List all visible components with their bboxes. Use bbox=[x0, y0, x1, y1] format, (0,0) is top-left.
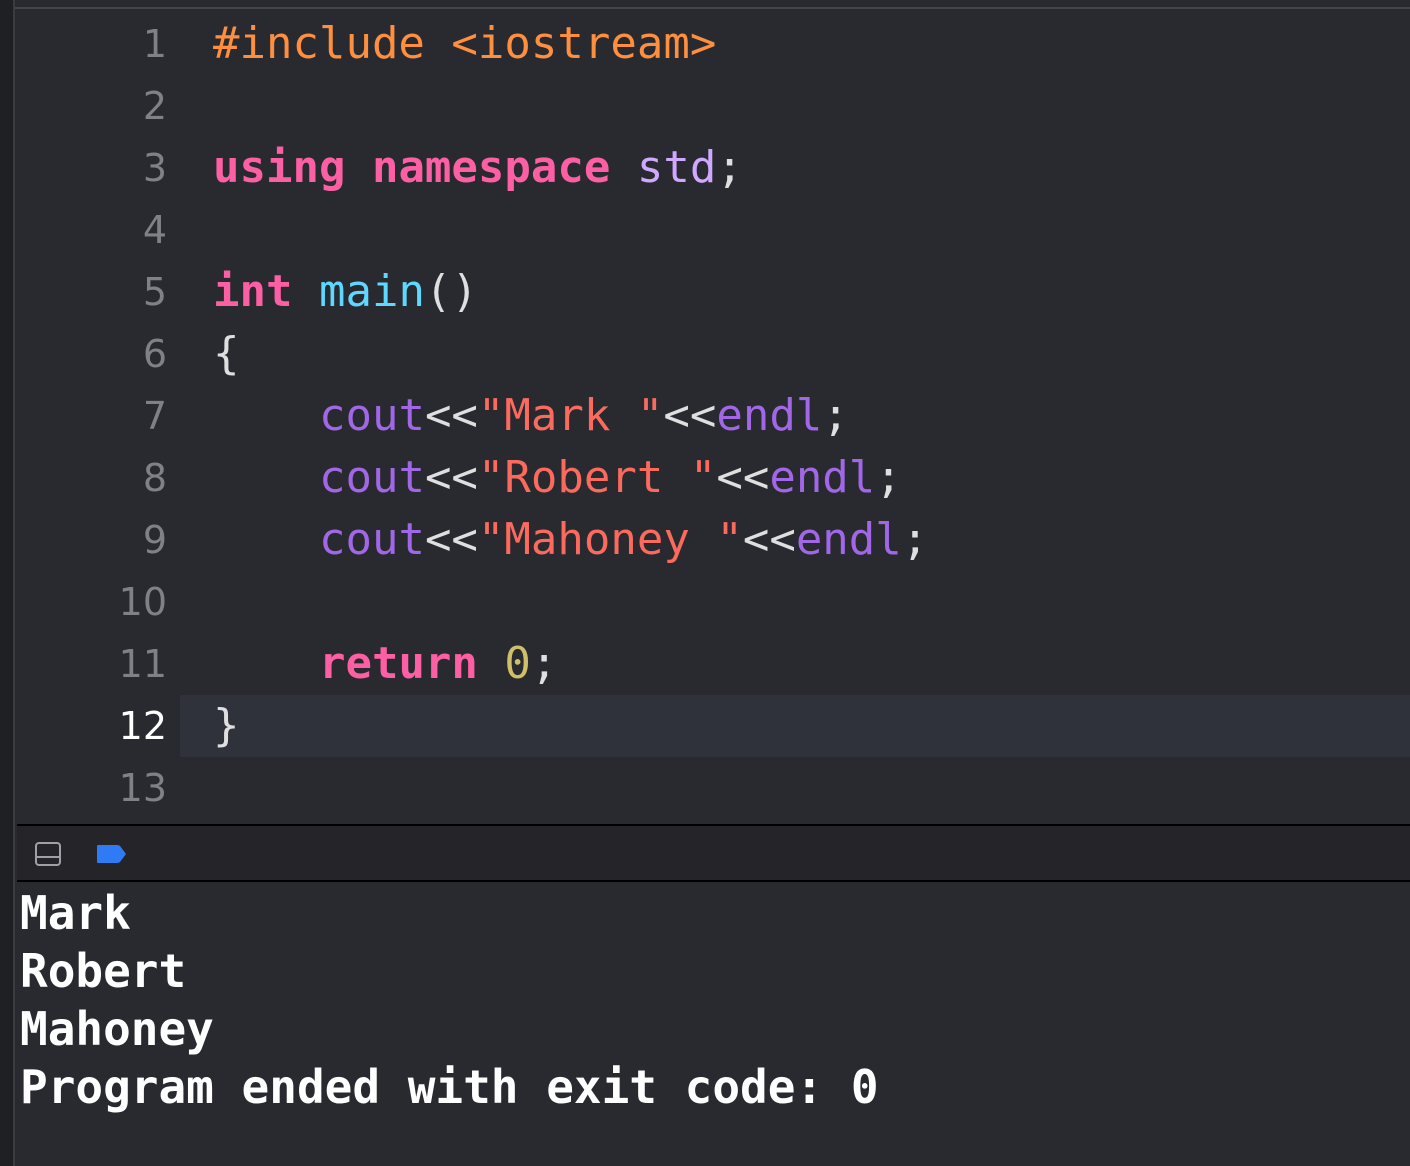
console-output-line: Robert bbox=[20, 944, 187, 998]
code-token: << bbox=[424, 390, 478, 441]
code-text[interactable]: { bbox=[213, 323, 240, 385]
code-line[interactable]: 8 cout<<"Robert "<<endl; bbox=[17, 447, 1410, 509]
code-text[interactable]: cout<<"Mark "<<endl; bbox=[213, 385, 849, 447]
run-indicator-icon[interactable] bbox=[95, 844, 127, 864]
line-number: 6 bbox=[142, 332, 167, 376]
line-number: 7 bbox=[142, 394, 167, 438]
code-token: ; bbox=[822, 390, 849, 441]
line-number: 10 bbox=[118, 580, 167, 624]
code-token: return bbox=[318, 638, 478, 689]
code-text[interactable]: #include <iostream> bbox=[213, 13, 716, 75]
code-text[interactable]: int main() bbox=[213, 261, 478, 323]
code-line[interactable]: 2 bbox=[17, 75, 1410, 137]
line-number: 4 bbox=[142, 208, 167, 252]
top-edge bbox=[15, 0, 1410, 9]
line-number: 9 bbox=[142, 518, 167, 562]
code-line[interactable]: 12} bbox=[17, 695, 1410, 757]
line-number: 1 bbox=[142, 22, 167, 66]
code-token: std bbox=[636, 142, 717, 193]
code-token: ; bbox=[716, 142, 743, 193]
code-token: int bbox=[213, 266, 293, 317]
code-token: using bbox=[213, 142, 346, 193]
code-token: ; bbox=[530, 638, 558, 689]
code-token: endl bbox=[769, 452, 876, 503]
code-token: () bbox=[424, 266, 478, 317]
panel-toggle-icon[interactable] bbox=[35, 842, 61, 866]
code-token: ; bbox=[901, 514, 929, 565]
console-output-line: Program ended with exit code: 0 bbox=[20, 1060, 879, 1114]
line-number: 8 bbox=[142, 456, 167, 500]
code-token: cout bbox=[318, 452, 425, 503]
code-token: ; bbox=[875, 452, 902, 503]
code-line[interactable]: 10 bbox=[17, 571, 1410, 633]
code-token: "Mahoney " bbox=[477, 514, 743, 565]
console-output-line: Mahoney bbox=[20, 1002, 214, 1056]
code-token: endl bbox=[795, 514, 902, 565]
xcode-window: 1 #include <iostream> 2 3 using namespace st… bbox=[0, 0, 1410, 1166]
code-line[interactable]: 7 cout<<"Mark "<<endl; bbox=[17, 385, 1410, 447]
code-token: #include <iostream> bbox=[213, 18, 717, 69]
code-text[interactable]: cout<<"Mahoney "<<endl; bbox=[213, 509, 928, 571]
code-text[interactable]: } bbox=[213, 695, 240, 757]
code-token: } bbox=[213, 700, 240, 751]
line-number: 11 bbox=[118, 642, 167, 686]
code-token: << bbox=[716, 452, 770, 503]
code-line[interactable]: 6{ bbox=[17, 323, 1410, 385]
line-number: 12 bbox=[118, 704, 167, 748]
code-text[interactable]: cout<<"Robert "<<endl; bbox=[213, 447, 902, 509]
code-token: "Robert " bbox=[477, 452, 717, 503]
code-line[interactable]: 3 using namespace std; bbox=[17, 137, 1410, 199]
code-line[interactable]: 9 cout<<"Mahoney "<<endl; bbox=[17, 509, 1410, 571]
code-text[interactable]: return 0; bbox=[213, 633, 557, 695]
console-output[interactable]: Mark Robert Mahoney Program ended with exit… bbox=[17, 882, 1410, 1166]
line-number: 5 bbox=[142, 270, 167, 314]
code-line[interactable]: 4 bbox=[17, 199, 1410, 261]
code-token: << bbox=[742, 514, 796, 565]
code-token: namespace bbox=[371, 142, 611, 193]
console-output-line: Mark bbox=[20, 886, 131, 940]
code-token: "Mark " bbox=[477, 390, 664, 441]
left-edge bbox=[0, 0, 15, 1166]
code-editor[interactable]: 1 #include <iostream> 2 3 using namespace st… bbox=[17, 9, 1410, 824]
code-token: cout bbox=[318, 514, 425, 565]
code-line[interactable]: 1 #include <iostream> bbox=[17, 13, 1410, 75]
code-token: main bbox=[318, 266, 425, 317]
code-line[interactable]: 13 bbox=[17, 757, 1410, 819]
code-line[interactable]: 11 return 0; bbox=[17, 633, 1410, 695]
code-token: endl bbox=[716, 390, 823, 441]
code-token: cout bbox=[318, 390, 425, 441]
code-token: << bbox=[424, 514, 478, 565]
console-toolbar bbox=[17, 826, 1410, 882]
code-line[interactable]: 5 int main() bbox=[17, 261, 1410, 323]
code-token: { bbox=[213, 328, 240, 379]
code-token: << bbox=[663, 390, 717, 441]
line-number: 2 bbox=[142, 84, 167, 128]
code-token: << bbox=[424, 452, 478, 503]
line-number: 3 bbox=[142, 146, 167, 190]
line-number: 13 bbox=[118, 766, 167, 810]
code-text[interactable]: using namespace std; bbox=[213, 137, 743, 199]
code-token: 0 bbox=[504, 638, 531, 689]
